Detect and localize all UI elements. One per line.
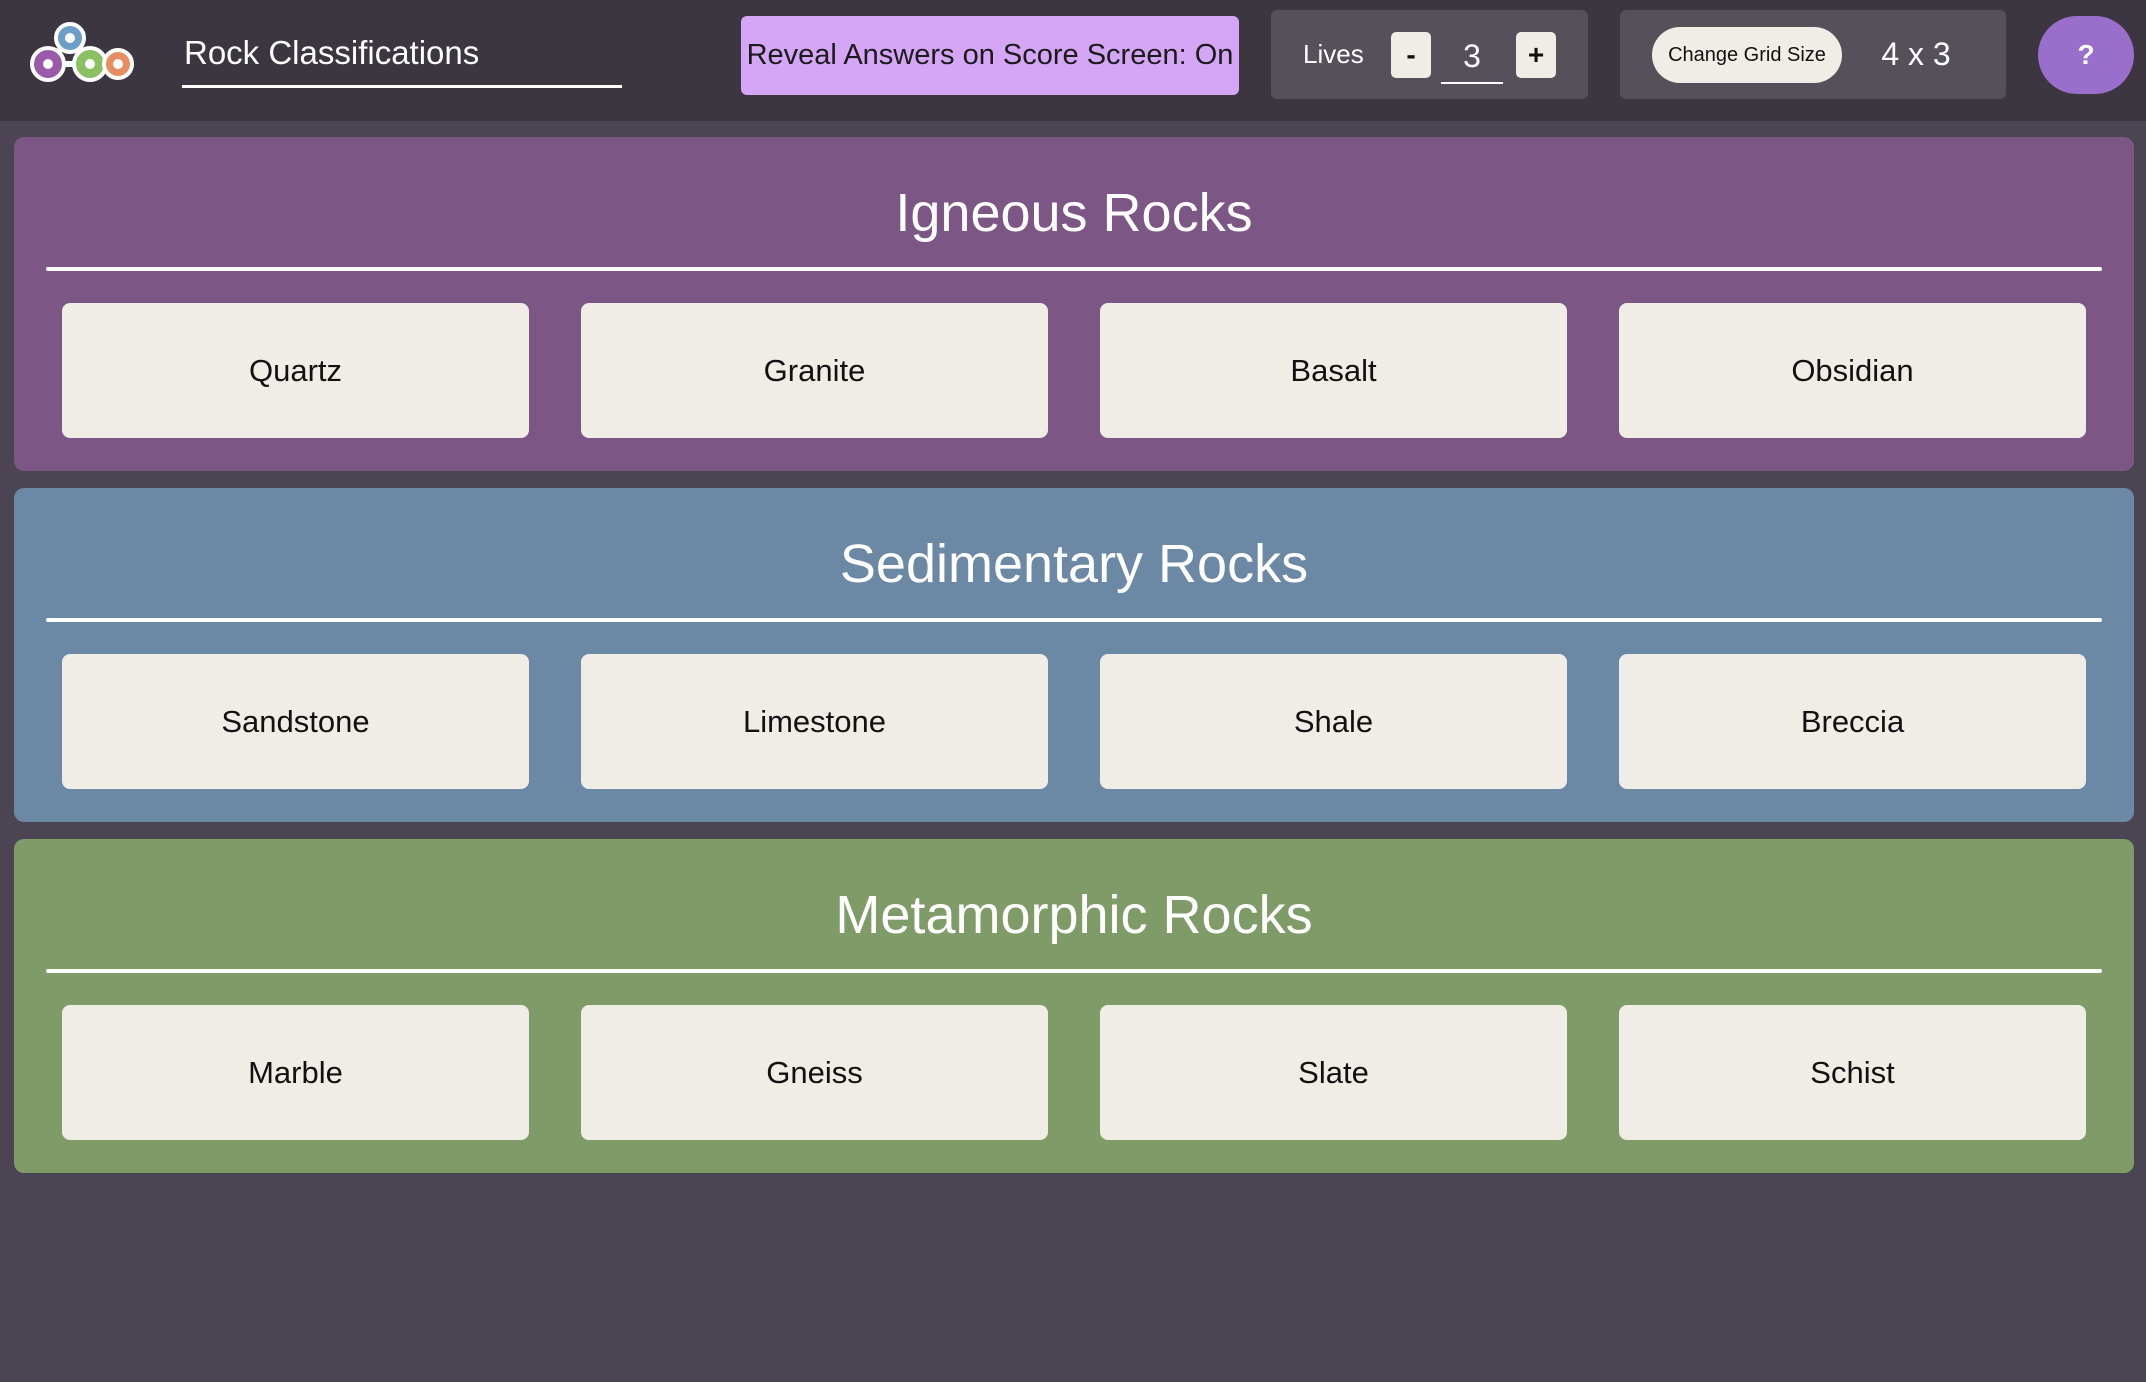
item-card[interactable]: Slate [1100, 1005, 1567, 1140]
connected-circles-logo-icon [30, 22, 134, 82]
item-card[interactable]: Sandstone [62, 654, 529, 789]
item-card[interactable]: Marble [62, 1005, 529, 1140]
item-card[interactable]: Quartz [62, 303, 529, 438]
group-divider [46, 618, 2102, 622]
top-toolbar: Rock Classifications Reveal Answers on S… [0, 0, 2146, 121]
lives-decrease-button[interactable]: - [1391, 32, 1431, 78]
lives-label: Lives [1303, 39, 1364, 69]
item-card[interactable]: Schist [1619, 1005, 2086, 1140]
game-title-input[interactable]: Rock Classifications [182, 30, 622, 88]
grid-size-value: 4 x 3 [1881, 36, 1951, 72]
item-card[interactable]: Gneiss [581, 1005, 1048, 1140]
item-card[interactable]: Limestone [581, 654, 1048, 789]
item-card[interactable]: Shale [1100, 654, 1567, 789]
reveal-answers-toggle-button[interactable]: Reveal Answers on Score Screen: On [741, 16, 1239, 95]
item-card[interactable]: Breccia [1619, 654, 2086, 789]
group-igneous: Igneous Rocks Quartz Granite Basalt Obsi… [14, 137, 2134, 471]
group-divider [46, 267, 2102, 271]
grid-size-control: Change Grid Size 4 x 3 [1620, 10, 2006, 99]
lives-increase-button[interactable]: + [1516, 32, 1556, 78]
change-grid-size-button[interactable]: Change Grid Size [1652, 27, 1842, 83]
group-divider [46, 969, 2102, 973]
group-title[interactable]: Igneous Rocks [14, 181, 2134, 245]
lives-value-input[interactable]: 3 [1441, 30, 1503, 84]
lives-control: Lives - 3 + [1271, 10, 1588, 99]
group-sedimentary: Sedimentary Rocks Sandstone Limestone Sh… [14, 488, 2134, 822]
group-title[interactable]: Sedimentary Rocks [14, 532, 2134, 596]
help-button[interactable]: ? [2038, 16, 2134, 94]
item-card[interactable]: Basalt [1100, 303, 1567, 438]
item-card[interactable]: Granite [581, 303, 1048, 438]
item-card[interactable]: Obsidian [1619, 303, 2086, 438]
group-title[interactable]: Metamorphic Rocks [14, 883, 2134, 947]
group-metamorphic: Metamorphic Rocks Marble Gneiss Slate Sc… [14, 839, 2134, 1173]
